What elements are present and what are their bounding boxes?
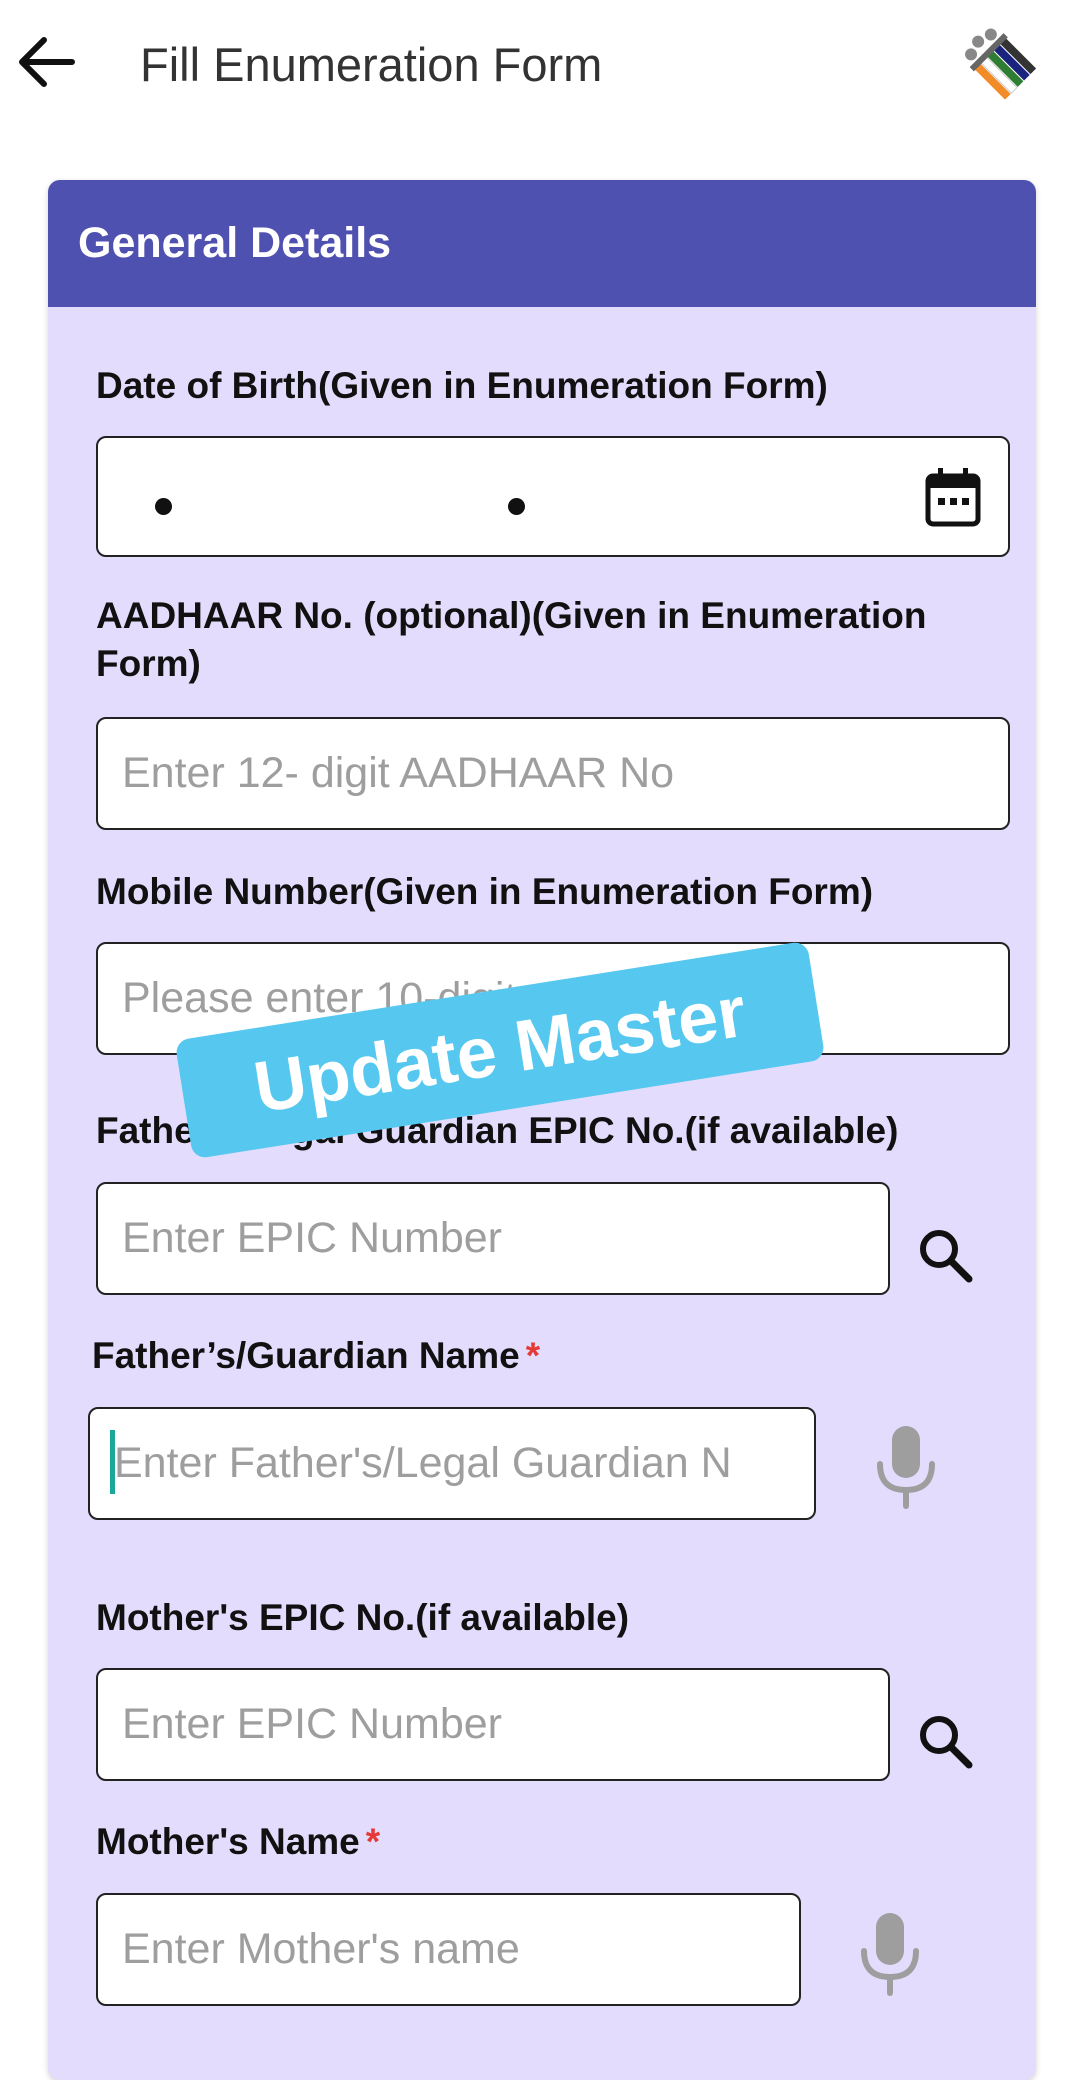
father-name-label-text: Father’s/Guardian Name — [92, 1335, 520, 1376]
mother-epic-search-button[interactable] — [910, 1706, 980, 1776]
dob-label: Date of Birth(Given in Enumeration Form) — [96, 365, 828, 406]
father-epic-search-button[interactable] — [910, 1220, 980, 1290]
search-icon — [920, 1230, 973, 1283]
aadhaar-field[interactable] — [96, 717, 1010, 830]
back-button[interactable] — [10, 30, 80, 94]
dob-field[interactable] — [96, 436, 1010, 557]
mother-epic-input[interactable] — [122, 1700, 864, 1749]
mother-name-field[interactable] — [96, 1893, 801, 2006]
mother-name-label-text: Mother's Name — [96, 1821, 360, 1862]
mother-name-label: Mother's Name * — [96, 1818, 380, 1866]
calendar-icon — [925, 468, 981, 527]
father-name-mic-button[interactable] — [864, 1418, 948, 1514]
masked-dot — [508, 498, 525, 515]
mother-epic-label: Mother's EPIC No.(if available) — [96, 1597, 630, 1638]
microphone-icon — [877, 1426, 935, 1509]
dob-input[interactable] — [122, 472, 984, 521]
app-bar: Fill Enumeration Form — [0, 0, 1083, 130]
card-title: General Details — [78, 219, 392, 267]
masked-dot — [155, 498, 172, 515]
election-commission-logo — [965, 28, 1037, 100]
mother-name-mic-button[interactable] — [848, 1905, 932, 2001]
father-epic-input[interactable] — [122, 1214, 864, 1263]
father-name-input[interactable] — [114, 1439, 790, 1488]
page-title: Fill Enumeration Form — [140, 38, 603, 91]
card-header: General Details — [48, 180, 1036, 307]
mobile-label: Mobile Number(Given in Enumeration Form) — [96, 871, 874, 912]
father-name-field[interactable] — [88, 1407, 816, 1520]
search-icon — [920, 1716, 973, 1769]
microphone-icon — [861, 1913, 919, 1996]
text-cursor — [110, 1430, 115, 1494]
required-asterisk: * — [365, 1821, 381, 1862]
mother-epic-field[interactable] — [96, 1668, 890, 1781]
father-name-label: Father’s/Guardian Name * — [92, 1332, 540, 1380]
father-epic-field[interactable] — [96, 1182, 890, 1295]
aadhaar-label: AADHAAR No. (optional)(Given in Enumerat… — [96, 595, 927, 684]
aadhaar-input[interactable] — [122, 749, 984, 798]
mother-name-input[interactable] — [122, 1925, 775, 1974]
required-asterisk: * — [525, 1335, 541, 1376]
arrow-left-icon — [19, 37, 75, 87]
calendar-button[interactable] — [918, 462, 988, 532]
